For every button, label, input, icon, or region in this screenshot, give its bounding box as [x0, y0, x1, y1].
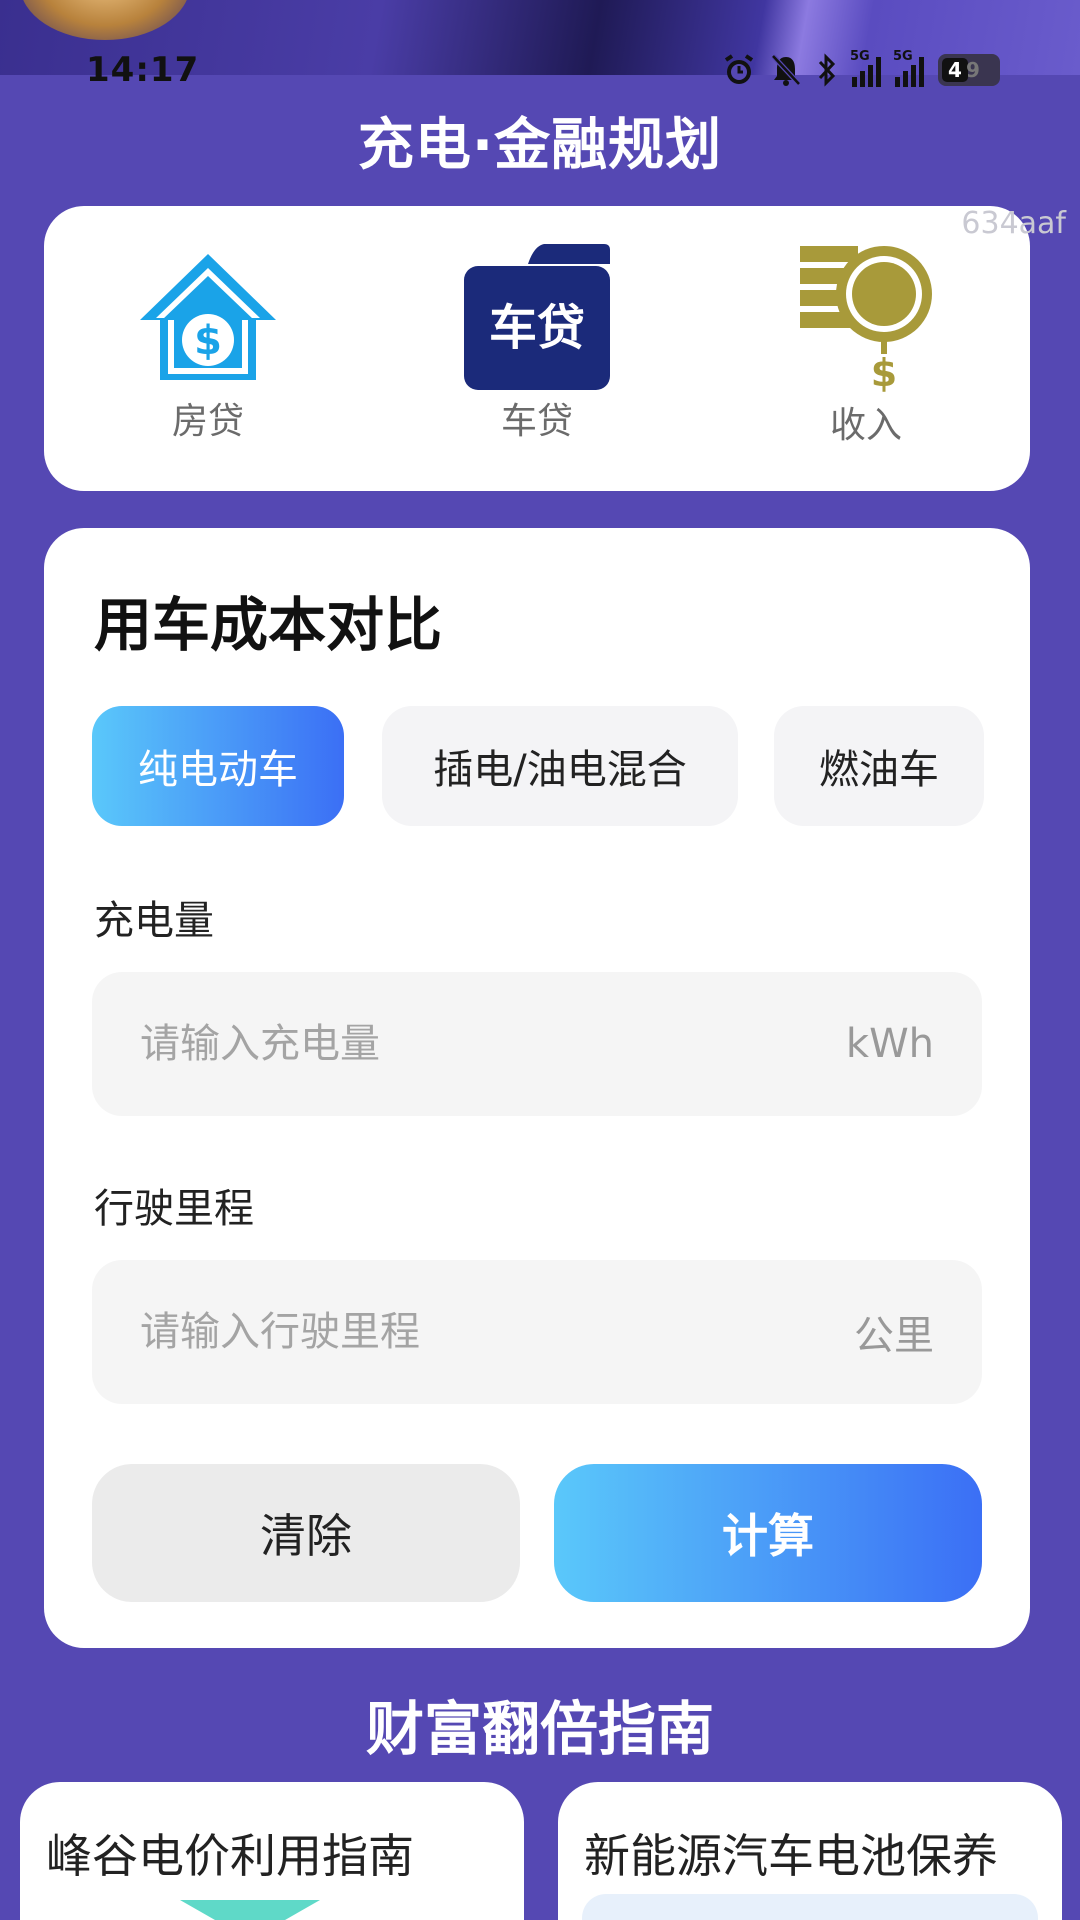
svg-text:$: $: [871, 351, 897, 394]
svg-text:$: $: [194, 318, 222, 364]
alarm-icon: [724, 54, 754, 84]
shortcut-income-label: 收入: [829, 405, 902, 446]
loan-shortcut-card: 634aaf $ 房贷 车贷 车贷 $ 收入: [44, 206, 1066, 491]
shortcut-mortgage[interactable]: $ 房贷: [108, 244, 308, 444]
guide-card-peak-valley[interactable]: 峰谷电价利用指南: [20, 1782, 524, 1920]
banner-orb: [20, 0, 190, 40]
tab-pure-electric[interactable]: 纯电动车: [92, 706, 344, 826]
charge-amount-unit: kWh: [845, 1021, 934, 1067]
mileage-unit: 公里: [854, 1313, 934, 1359]
shortcut-mortgage-label: 房贷: [171, 401, 244, 442]
status-icons: 5G 5G 4 9: [722, 49, 1000, 87]
mileage-field[interactable]: 公里: [92, 1260, 982, 1404]
guide-thumbnail: [582, 1894, 1038, 1920]
guide-card-title: 新能源汽车电池保养: [584, 1829, 998, 1883]
charge-amount-label: 充电量: [94, 898, 214, 944]
page-title: 充电·金融规划: [357, 113, 723, 178]
car-loan-icon: 车贷: [462, 244, 612, 390]
battery-level: 4: [942, 58, 968, 82]
clear-button[interactable]: 清除: [92, 1464, 520, 1602]
guide-card-battery[interactable]: 新能源汽车电池保养: [558, 1782, 1062, 1920]
coins-dollar-icon: $: [791, 244, 941, 394]
charge-amount-field[interactable]: kWh: [92, 972, 982, 1116]
signal-icon-1: 5G: [850, 49, 881, 87]
network-type-2: 5G: [893, 49, 913, 64]
battery-icon: 4 9: [938, 54, 1000, 86]
mute-bell-icon: [771, 54, 801, 86]
mileage-label: 行驶里程: [94, 1186, 254, 1232]
calculate-button[interactable]: 计算: [554, 1464, 982, 1602]
section-title-cost: 用车成本对比: [94, 591, 443, 659]
charge-amount-input[interactable]: [140, 1021, 740, 1067]
car-loan-icon-text: 车贷: [489, 300, 585, 356]
mileage-input[interactable]: [140, 1309, 740, 1355]
guide-card-title: 峰谷电价利用指南: [46, 1829, 414, 1883]
network-type-1: 5G: [850, 49, 870, 64]
status-bar: 14:17 5G 5G 4 9: [0, 44, 1080, 96]
shortcut-car-loan[interactable]: 车贷 车贷: [437, 244, 637, 444]
watermark-text: 634aaf: [961, 206, 1066, 241]
cost-comparison-card: 用车成本对比 纯电动车 插电/油电混合 燃油车 充电量 kWh 行驶里程 公里 …: [44, 528, 1030, 1648]
shortcut-car-loan-label: 车贷: [500, 401, 573, 442]
house-dollar-icon: $: [133, 244, 283, 390]
section-title-guide: 财富翻倍指南: [365, 1695, 714, 1763]
status-time: 14:17: [86, 50, 200, 90]
guide-thumbnail: [180, 1900, 320, 1920]
battery-level-rest: 9: [966, 58, 980, 82]
shortcut-income[interactable]: $ 收入: [766, 244, 966, 446]
tab-fuel-car[interactable]: 燃油车: [774, 706, 984, 826]
bluetooth-icon: [818, 53, 836, 87]
signal-icon-2: 5G: [893, 49, 924, 87]
tab-hybrid[interactable]: 插电/油电混合: [382, 706, 738, 826]
